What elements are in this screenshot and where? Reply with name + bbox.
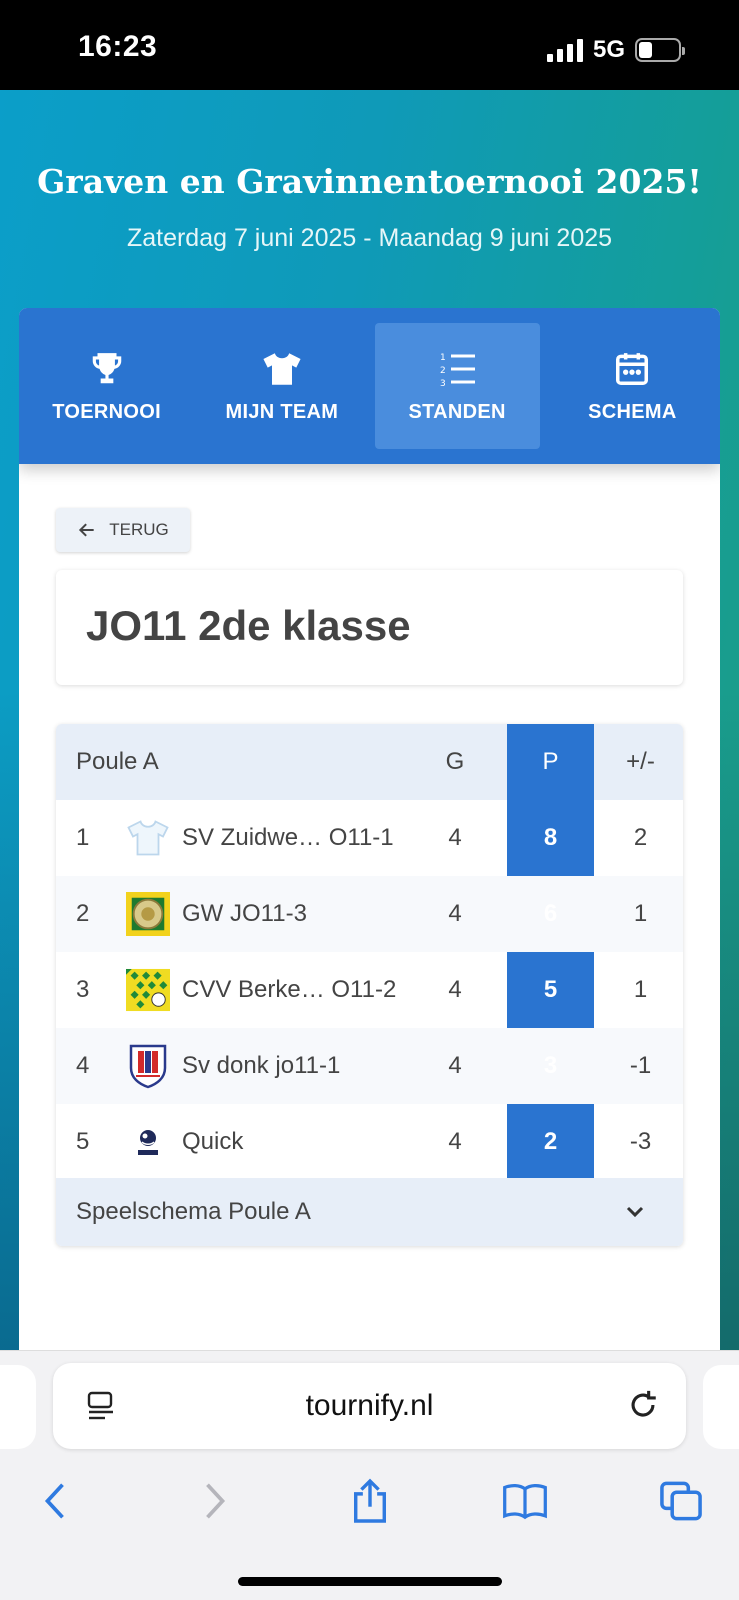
team-logo-shield-icon (126, 1044, 170, 1089)
tournament-dates: Zaterdag 7 juni 2025 - Maandag 9 juni 20… (126, 224, 613, 252)
share-button[interactable] (345, 1476, 395, 1526)
back-label: TERUG (109, 520, 169, 539)
chevron-left-icon (44, 1483, 64, 1519)
chevron-right-icon (206, 1483, 226, 1519)
shirt-icon (262, 349, 302, 389)
tab-label: MIJN TEAM (225, 400, 339, 423)
ranking-list-icon: 1 2 3 (437, 349, 477, 389)
browser-nav-toolbar (0, 1466, 739, 1536)
position: 4 (76, 1052, 90, 1079)
status-indicators: 5G (546, 36, 685, 64)
back-button[interactable]: TERUG (56, 508, 190, 552)
url-text: tournify.nl (305, 1389, 434, 1422)
team-name: SV Zuidwe… O11-1 (182, 824, 394, 851)
goal-difference: 1 (633, 900, 648, 927)
goal-difference: -3 (629, 1128, 652, 1155)
tab-standen[interactable]: 1 2 3 STANDEN (374, 323, 540, 449)
tab-label: STANDEN (408, 400, 506, 423)
team-logo-emblem-icon (126, 1120, 170, 1164)
tournament-title: Graven en Gravinnentoernooi 2025! (37, 162, 702, 201)
tab-schema[interactable]: SCHEMA (550, 323, 715, 449)
content-card: TOERNOOI MIJN TEAM 1 2 3 STANDEN SCHEMA … (19, 308, 720, 1358)
signal-icon (546, 38, 583, 62)
tab-toernooi[interactable]: TOERNOOI (24, 323, 189, 449)
points: 3 (543, 1052, 558, 1079)
tabs-button[interactable] (656, 1476, 706, 1526)
book-icon (503, 1483, 547, 1520)
position: 3 (76, 976, 90, 1003)
position: 2 (76, 900, 90, 927)
goal-difference: -1 (629, 1052, 652, 1079)
games-played: 4 (448, 824, 462, 851)
previous-tab-pill[interactable] (0, 1365, 36, 1449)
points: 6 (543, 900, 558, 927)
games-played: 4 (448, 1052, 462, 1079)
address-bar[interactable]: tournify.nl (53, 1363, 686, 1449)
network-type: 5G (592, 36, 625, 63)
main-nav: TOERNOOI MIJN TEAM 1 2 3 STANDEN SCHEMA (19, 308, 720, 464)
trophy-icon (87, 349, 127, 389)
svg-text:3: 3 (440, 379, 446, 387)
bookmarks-button[interactable] (500, 1476, 550, 1526)
games-played: 4 (448, 1128, 462, 1155)
table-row[interactable]: 4 Sv donk jo11-1 4 3 -1 (56, 1028, 683, 1104)
tab-label: TOERNOOI (52, 400, 161, 423)
tab-label: SCHEMA (588, 400, 677, 423)
next-tab-pill[interactable] (703, 1365, 739, 1449)
forward-nav-button[interactable] (190, 1476, 240, 1526)
tabs-icon (660, 1481, 702, 1521)
arrow-left-icon (79, 523, 94, 537)
team-logo-crest-icon (126, 892, 170, 936)
browser-toolbar: tournify.nl (0, 1350, 739, 1600)
team-logo-checkered-icon (126, 968, 170, 1012)
games-played: 4 (448, 900, 462, 927)
table-row[interactable]: 2 GW JO11-3 4 6 1 (56, 876, 683, 952)
games-played: 4 (448, 976, 462, 1003)
group-name: Poule A (76, 748, 159, 775)
status-time: 16:23 (78, 30, 158, 63)
svg-text:2: 2 (440, 366, 446, 376)
title-card: JO11 2de klasse (56, 570, 683, 685)
reload-icon[interactable] (626, 1388, 660, 1422)
table-row[interactable]: 3 CVV Berke… O11-2 4 5 1 (56, 952, 683, 1028)
table-row[interactable]: 1 SV Zuidwe… O11-1 4 8 2 (56, 800, 683, 876)
svg-text:1: 1 (440, 353, 446, 363)
chevron-down-icon (626, 1206, 644, 1218)
column-diff: +/- (626, 748, 655, 775)
schedule-expander[interactable]: Speelschema Poule A (56, 1178, 683, 1246)
table-row[interactable]: 5 Quick 4 2 -3 (56, 1104, 683, 1180)
goal-difference: 2 (633, 824, 648, 851)
home-indicator (238, 1577, 502, 1586)
team-name: Sv donk jo11-1 (182, 1052, 341, 1079)
points: 2 (543, 1128, 558, 1155)
battery-icon (635, 38, 685, 62)
back-nav-button[interactable] (30, 1476, 80, 1526)
goal-difference: 1 (633, 976, 648, 1003)
page-title: JO11 2de klasse (86, 602, 411, 649)
column-points: P (542, 748, 559, 775)
team-name: Quick (182, 1128, 244, 1155)
standings-table: Poule A G P +/- 1 SV Zuidwe… O11-1 4 8 2… (56, 724, 683, 1246)
calendar-icon (612, 349, 652, 389)
column-games: G (445, 748, 465, 775)
position: 5 (76, 1128, 90, 1155)
share-icon (354, 1478, 386, 1523)
team-name: GW JO11-3 (182, 900, 307, 927)
points: 5 (543, 976, 558, 1003)
points: 8 (543, 824, 558, 851)
position: 1 (76, 824, 90, 851)
team-name: CVV Berke… O11-2 (182, 976, 397, 1003)
tab-mijn-team[interactable]: MIJN TEAM (199, 323, 364, 449)
schedule-label: Speelschema Poule A (76, 1198, 311, 1225)
status-bar: 16:23 5G (0, 0, 739, 90)
team-logo-shirt-icon (126, 816, 170, 860)
